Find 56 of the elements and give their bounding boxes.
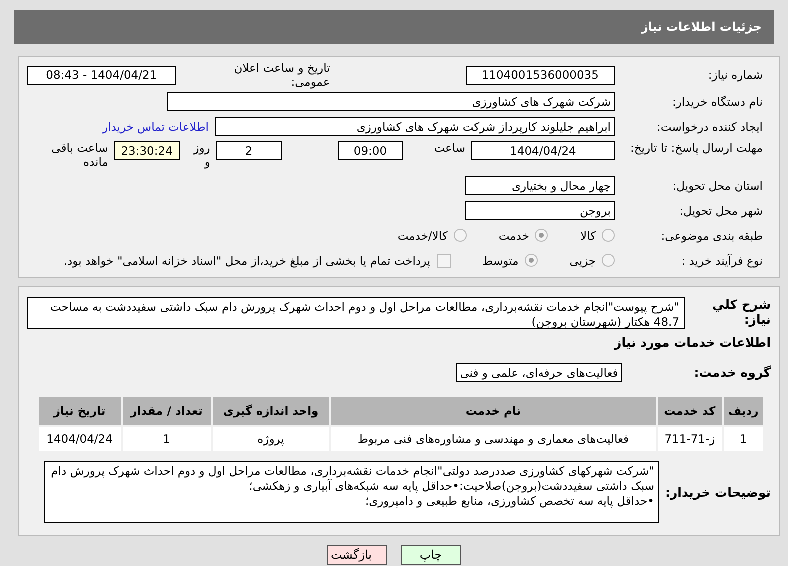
option-label: جزیی — [570, 254, 596, 268]
province-field: چهار محال و بختیاری — [465, 176, 615, 195]
deadline-date-field: 1404/04/24 — [471, 141, 615, 160]
remaining-time-field: 23:30:24 — [114, 141, 180, 160]
checkbox[interactable] — [436, 254, 451, 268]
notes-text-area[interactable]: "شرکت شهرکهای کشاورزی صددرصد دولتی"انجام خدمات نقشه‌برداری، مطالعات مراحل اول و دوم احداث شهرک پرورش دام سبک داشتی سفیددشت(بروجن)صلاحیت:•حداقل پایه سه شبکه‌های آبیاری و زهکشی؛ •حداقل پایه سه تخصص کشاورزی، منابع طبیعی و دامپروری؛ — [44, 461, 660, 523]
field-label: طبقه بندی موضوعی: — [660, 228, 764, 242]
option-label: کالا — [580, 228, 596, 242]
back-button[interactable]: بازگشت — [327, 545, 387, 565]
table-cell: 1404/04/24 — [38, 426, 122, 452]
radio-button[interactable] — [524, 254, 538, 267]
buyer-field: شرکت شهرک های کشاورزی — [167, 92, 615, 111]
column-header: کد خدمت — [656, 396, 723, 426]
column-header: ردیف — [722, 396, 764, 426]
section-heading: اطلاعات خدمات مورد نياز — [613, 334, 771, 352]
radio-button[interactable] — [602, 229, 615, 242]
service-group-field: فعالیت‌های حرفه‌ای، علمی و فنی — [456, 363, 622, 382]
contact-link[interactable]: اطلاعات تماس خریدار — [102, 120, 209, 134]
column-header: نام خدمت — [330, 396, 657, 426]
table-cell: ز-71-711 — [656, 426, 723, 452]
field-label: نام دستگاه خریدار: — [671, 94, 764, 108]
field-label: شهر محل تحویل: — [678, 204, 764, 218]
print-button[interactable]: چاپ — [401, 545, 461, 565]
radio-button[interactable] — [535, 229, 548, 242]
announce-date-field: 1404/04/21 - 08:43 — [27, 66, 176, 84]
field-label: روز و — [192, 141, 210, 169]
field-label: ایجاد کننده درخواست: — [656, 120, 764, 134]
column-header: واحد اندازه گیری — [212, 396, 330, 426]
field-label: تاریخ و ساعت اعلان عمومی: — [233, 61, 330, 89]
option-label: متوسط — [482, 254, 519, 268]
field-label: شماره نیاز: — [707, 68, 764, 82]
field-label: مهلت ارسال پاسخ: تا تاریخ: — [629, 141, 764, 155]
field-label: شرح کلي نياز: — [712, 297, 771, 327]
column-header: تاریخ نیاز — [38, 396, 122, 426]
table-cell: 1 — [122, 426, 212, 452]
field-label: ساعت — [434, 141, 466, 155]
creator-field: ابراهیم جلیلوند کارپرداز شرکت شهرک های کشاورزی — [215, 117, 615, 136]
column-header: تعداد / مقدار — [122, 396, 212, 426]
field-label: استان محل تحویل: — [672, 178, 764, 192]
need-number-field: 1104001536000035 — [466, 66, 615, 84]
radio-button[interactable] — [602, 254, 615, 267]
page-header: جزئیات اطلاعات نیاز — [14, 10, 774, 44]
deadline-time-field: 09:00 — [338, 141, 404, 160]
option-label: خدمت — [498, 228, 530, 242]
table-cell: 1 — [722, 426, 764, 452]
city-field: بروجن — [465, 201, 615, 220]
field-label: گروه خدمت: — [694, 365, 771, 380]
field-label: نوع فرآیند خرید : — [680, 254, 764, 268]
table-cell: پروژه — [212, 426, 330, 452]
field-label: توضیحات خریدار: — [665, 484, 771, 500]
days-field: 2 — [216, 141, 282, 160]
option-label: پرداخت تمام یا بخشی از مبلغ خرید،از محل "اسناد خزانه اسلامی" خواهد بود. — [64, 254, 431, 268]
option-label: کالا/خدمت — [398, 228, 448, 242]
field-label: ساعت باقی مانده — [50, 141, 108, 169]
radio-button[interactable] — [454, 229, 467, 242]
table-cell: فعالیت‌های معماری و مهندسی و مشاوره‌های فنی مربوط — [330, 426, 657, 452]
